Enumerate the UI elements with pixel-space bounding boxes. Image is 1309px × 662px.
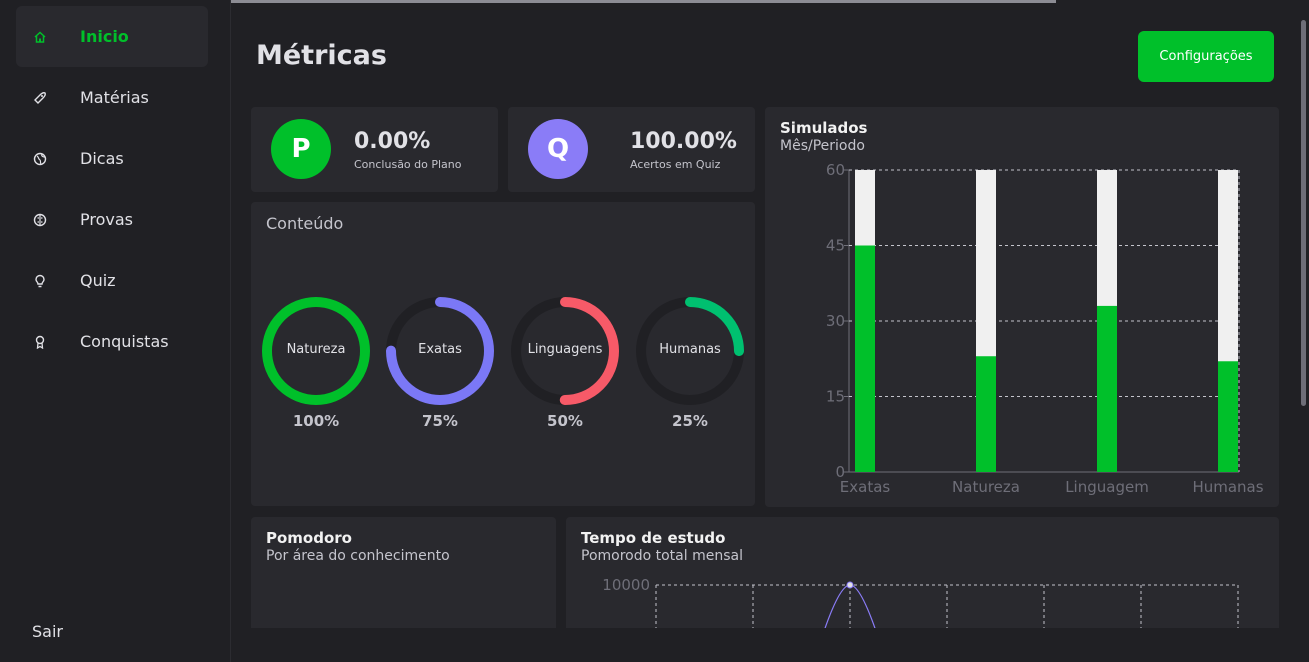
study-time-card: Tempo de estudo Pomorodo total mensal 10… <box>566 517 1279 637</box>
quiz-accuracy-value: 100.00% <box>630 129 737 154</box>
y-tick-label: 15 <box>826 388 845 406</box>
x-tick-label: Natureza <box>952 478 1020 496</box>
ring-label: Natureza <box>286 342 346 357</box>
sidebar-item-materias[interactable]: Matérias <box>16 67 208 128</box>
ring-label: Humanas <box>659 342 721 357</box>
bar <box>976 356 996 472</box>
medal-icon <box>33 335 47 349</box>
ring-percentage: 25% <box>672 412 708 430</box>
stat-card-quiz: Q 100.00% Acertos em Quiz <box>508 107 755 192</box>
window-top-bar <box>220 0 1056 3</box>
quiz-avatar: Q <box>528 119 588 179</box>
sidebar-item-provas[interactable]: Provas <box>16 189 208 250</box>
stat-card-plan: P 0.00% Conclusão do Plano <box>251 107 498 192</box>
x-tick-label: Humanas <box>1192 478 1263 496</box>
data-point <box>846 581 854 589</box>
sidebar-item-label: Quiz <box>80 271 116 290</box>
pomodoro-subtitle: Por área do conhecimento <box>266 548 450 564</box>
bar <box>1218 361 1238 472</box>
bulb-icon <box>33 274 47 288</box>
settings-button[interactable]: Configurações <box>1138 31 1274 82</box>
y-tick-label: 60 <box>826 161 845 179</box>
page-title: Métricas <box>256 40 387 71</box>
pomodoro-card: Pomodoro Por área do conhecimento <box>251 517 556 637</box>
sidebar-item-label: Provas <box>80 210 133 229</box>
rocket-icon <box>33 91 47 105</box>
x-tick-label: Linguagem <box>1065 478 1149 496</box>
sidebar-item-dicas[interactable]: Dicas <box>16 128 208 189</box>
sidebar-item-conquistas[interactable]: Conquistas <box>16 311 208 372</box>
page-bottom <box>231 628 1309 662</box>
y-tick-label: 10000 <box>602 576 650 594</box>
sidebar-item-inicio[interactable]: Inicio <box>16 6 208 67</box>
bar <box>855 245 875 472</box>
ring-label: Linguagens <box>527 342 603 357</box>
plan-avatar: P <box>271 119 331 179</box>
home-icon <box>33 30 47 44</box>
sidebar: Inicio Matérias Dicas Provas Quiz Conqui… <box>0 0 231 662</box>
x-tick-label: Exatas <box>840 478 891 496</box>
ring-percentage: 50% <box>547 412 583 430</box>
y-tick-label: 30 <box>826 312 845 330</box>
plan-completion-label: Conclusão do Plano <box>354 158 462 171</box>
y-tick-label: 45 <box>826 237 845 255</box>
scrollbar-thumb[interactable] <box>1301 20 1306 406</box>
sidebar-item-label: Dicas <box>80 149 124 168</box>
sidebar-item-label: Inicio <box>80 27 129 46</box>
brain-icon <box>33 213 47 227</box>
simulados-bar-chart: 015304560Exatas Natureza Linguagem Humanas <box>826 161 1264 496</box>
ring-label: Exatas <box>418 342 462 357</box>
sidebar-item-label: Conquistas <box>80 332 169 351</box>
plan-completion-value: 0.00% <box>354 129 431 154</box>
quiz-accuracy-label: Acertos em Quiz <box>630 158 721 171</box>
content-title: Conteúdo <box>266 214 344 233</box>
sidebar-item-label: Matérias <box>80 88 149 107</box>
content-card: Conteúdo Natureza 100% Exatas 75% Linguagens… <box>251 202 755 506</box>
pomodoro-title: Pomodoro <box>266 529 352 547</box>
study-time-line-chart: 10000 <box>602 576 1239 637</box>
ring-percentage: 75% <box>422 412 458 430</box>
simulados-card: Simulados Mês/Periodo 0 15 30 45 60 Exatas Nat… <box>765 107 1279 507</box>
bar <box>1097 305 1117 472</box>
globe-icon <box>33 152 47 166</box>
sidebar-item-quiz[interactable]: Quiz <box>16 250 208 311</box>
ring-percentage: 100% <box>292 412 340 430</box>
logout-button[interactable]: Sair <box>32 622 63 641</box>
